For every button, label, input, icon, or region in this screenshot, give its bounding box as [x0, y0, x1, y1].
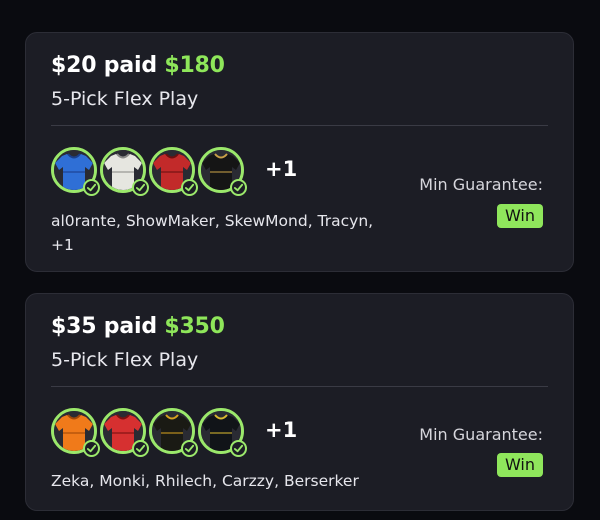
play-type: 5-Pick Flex Play	[51, 349, 199, 371]
jersey-avatars	[51, 147, 271, 197]
player-names: Zeka, Monki, Rhilech, Carzzy, Berserker	[51, 472, 359, 490]
jersey-avatars	[51, 408, 271, 458]
entry-card[interactable]: $35 paid $350 5-Pick Flex Play +1 Zeka, …	[25, 293, 574, 511]
paid-amount: $35 paid	[51, 314, 157, 339]
jersey-avatar	[51, 408, 100, 457]
check-icon	[132, 440, 149, 457]
check-icon	[181, 440, 198, 457]
min-guarantee-badge: Win	[496, 204, 543, 228]
divider	[51, 125, 548, 126]
jersey-avatar	[198, 147, 247, 196]
check-icon	[83, 179, 100, 196]
check-icon	[181, 179, 198, 196]
entry-card[interactable]: $20 paid $180 5-Pick Flex Play +1 al0ran…	[25, 32, 574, 272]
min-guarantee-label: Min Guarantee:	[419, 175, 543, 194]
jersey-avatar	[149, 147, 198, 196]
paid-line: $20 paid $180	[51, 53, 225, 78]
divider	[51, 386, 548, 387]
check-icon	[83, 440, 100, 457]
min-guarantee-label: Min Guarantee:	[419, 425, 543, 444]
min-guarantee-badge: Win	[496, 453, 543, 477]
jersey-avatar	[149, 408, 198, 457]
player-names: al0rante, ShowMaker, SkewMond, Tracyn, +…	[51, 212, 374, 254]
check-icon	[132, 179, 149, 196]
paid-line: $35 paid $350	[51, 314, 225, 339]
play-type: 5-Pick Flex Play	[51, 88, 199, 110]
payout-amount: $180	[164, 53, 225, 78]
extra-picks-count: +1	[265, 157, 298, 181]
check-icon	[230, 179, 247, 196]
jersey-avatar	[51, 147, 100, 196]
payout-amount: $350	[164, 314, 225, 339]
jersey-avatar	[100, 408, 149, 457]
jersey-avatar	[198, 408, 247, 457]
jersey-avatar	[100, 147, 149, 196]
extra-picks-count: +1	[265, 418, 298, 442]
check-icon	[230, 440, 247, 457]
paid-amount: $20 paid	[51, 53, 157, 78]
